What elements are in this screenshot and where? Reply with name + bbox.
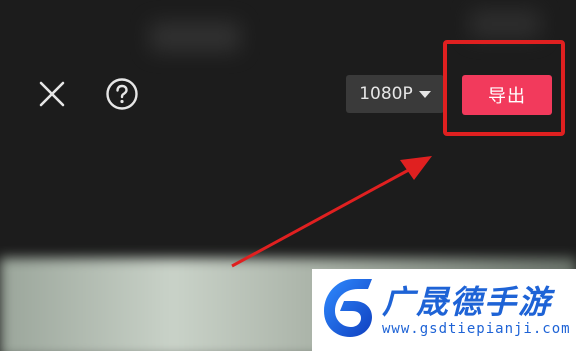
help-icon	[106, 78, 138, 110]
resolution-dropdown[interactable]: 1080P	[346, 75, 444, 113]
help-button[interactable]	[102, 74, 142, 114]
brand-logo-icon	[324, 279, 372, 337]
highlight-annotation-box	[443, 40, 565, 136]
watermark-url: www.gsdtiepianji.com	[382, 321, 571, 337]
close-icon	[39, 81, 65, 107]
close-button[interactable]	[32, 74, 72, 114]
caret-down-icon	[418, 90, 431, 98]
resolution-value: 1080P	[359, 84, 413, 104]
site-watermark: 广晟德手游 www.gsdtiepianji.com	[312, 269, 576, 351]
watermark-brand: 广晟德手游	[382, 283, 553, 321]
editor-screen: 1080P 导出 广晟德手游 www.gsdtiepianji.com	[0, 0, 576, 351]
blurred-status-area-right	[470, 10, 540, 38]
blurred-status-area	[150, 22, 240, 52]
